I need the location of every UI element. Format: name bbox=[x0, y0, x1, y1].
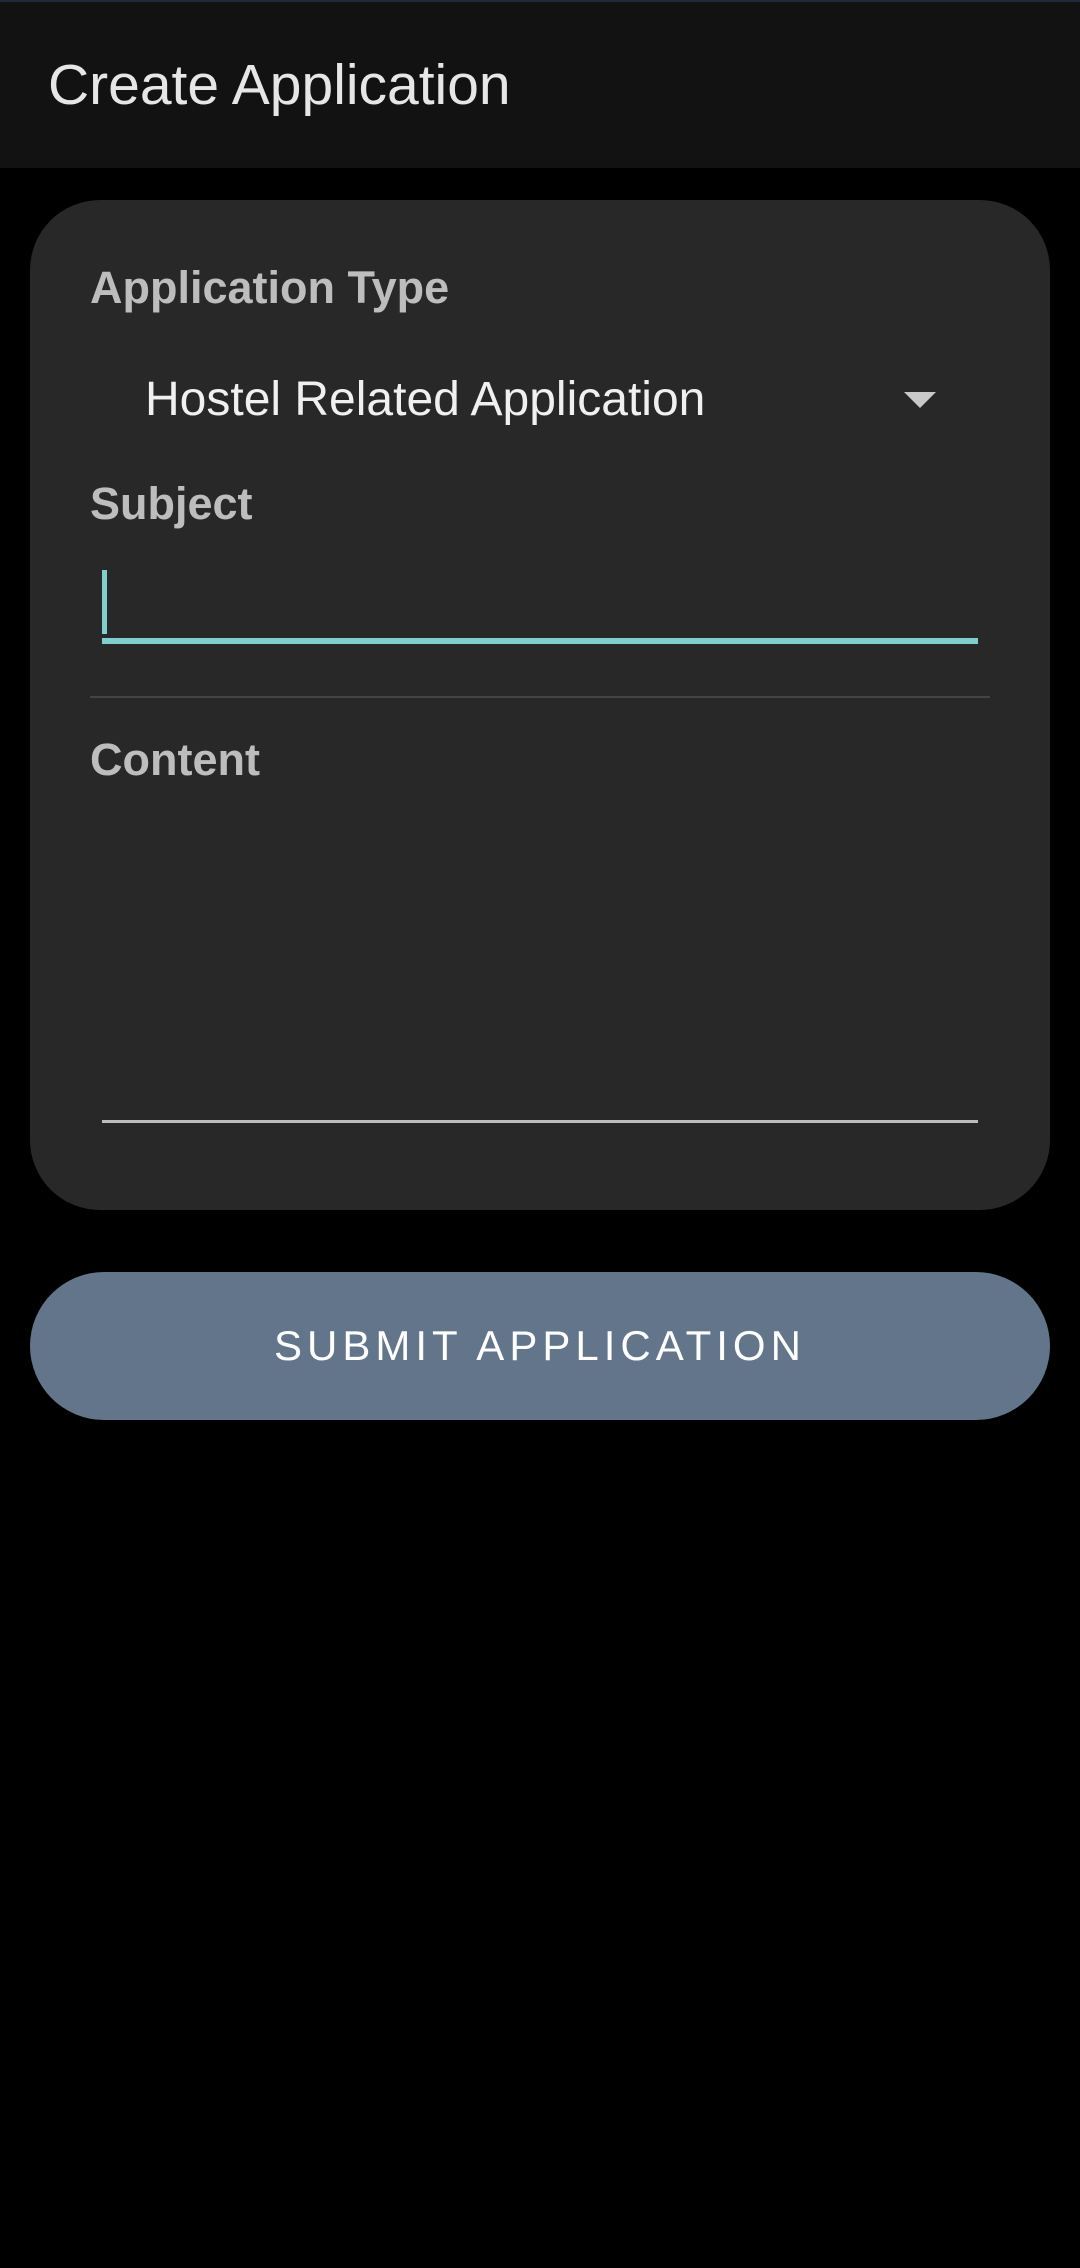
text-cursor bbox=[102, 570, 107, 634]
subject-focus-underline bbox=[102, 638, 978, 644]
section-divider bbox=[90, 696, 990, 698]
submit-button-label: SUBMIT APPLICATION bbox=[274, 1322, 806, 1369]
application-type-label: Application Type bbox=[90, 262, 450, 313]
page-title: Create Application bbox=[48, 53, 511, 117]
submit-application-button[interactable]: SUBMIT APPLICATION bbox=[30, 1272, 1050, 1420]
content-label: Content bbox=[90, 734, 260, 785]
application-type-dropdown[interactable]: Hostel Related Application bbox=[90, 350, 990, 450]
content-underline bbox=[102, 1120, 978, 1123]
application-form-card: Application Type Hostel Related Applicat… bbox=[30, 200, 1050, 1210]
subject-field bbox=[102, 560, 978, 644]
application-type-selected-value: Hostel Related Application bbox=[145, 373, 706, 426]
content-input[interactable] bbox=[102, 810, 978, 1118]
app-bar: Create Application bbox=[0, 2, 1080, 168]
subject-input[interactable] bbox=[102, 560, 978, 638]
subject-label: Subject bbox=[90, 478, 253, 529]
content-field bbox=[102, 810, 978, 1126]
dropdown-arrow-icon bbox=[904, 392, 936, 408]
